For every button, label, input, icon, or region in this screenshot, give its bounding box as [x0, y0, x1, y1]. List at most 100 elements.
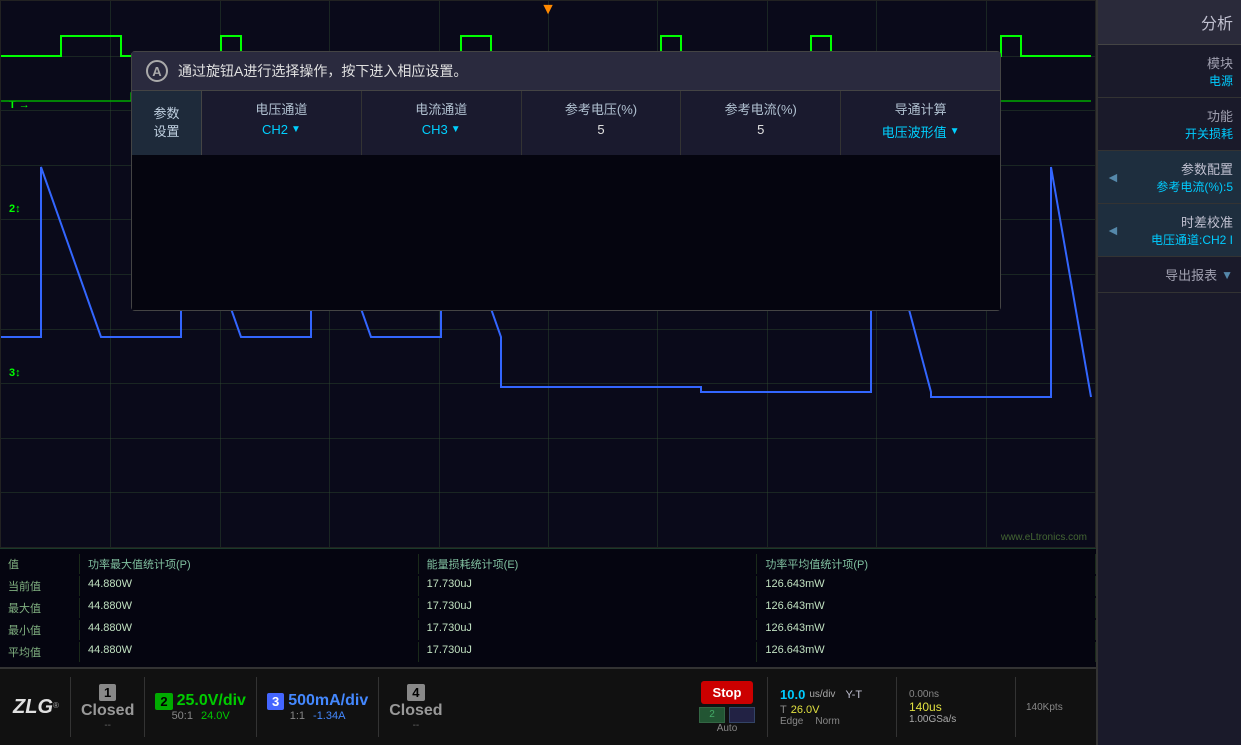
offset-sub-label: 0.00ns — [909, 689, 939, 700]
rp-item-timecal[interactable]: ◄ 时差校准 电压通道:CH2 I — [1098, 204, 1241, 257]
param-col-conduction-header: 导通计算 — [895, 99, 947, 118]
ch2-number: 2 — [155, 693, 172, 710]
stats-row-max: 最大值 44.880W 17.730uJ 126.643mW — [0, 597, 1096, 619]
stats-col-label: 值 — [0, 554, 80, 574]
stats-label-max: 最大值 — [0, 598, 80, 618]
stats-col-power-avg-header: 功率平均值统计项(P) — [757, 554, 1096, 574]
param-col-current-value: CH3 ▼ — [422, 122, 461, 137]
stats-current-power-avg: 126.643mW — [757, 576, 1096, 596]
ch4-status: Closed — [389, 702, 442, 720]
stats-header-row: 值 功率最大值统计项(P) 能量损耗统计项(E) 功率平均值统计项(P) — [0, 553, 1096, 575]
param-col-ref-current-value: 5 — [757, 122, 764, 137]
ch4-number: 4 — [407, 684, 424, 701]
stats-max-power-avg: 126.643mW — [757, 598, 1096, 618]
ch2-indicator-bar: 2 — [699, 707, 725, 723]
watermark: www.eLtronics.com — [1001, 532, 1087, 543]
ch4-sub: -- — [413, 720, 420, 731]
status-bar: ZLG® 1 Closed -- 2 25.0V/div 50:1 24.0V — [0, 667, 1096, 745]
right-panel-bottom — [1098, 293, 1241, 745]
stats-row-min: 最小值 44.880W 17.730uJ 126.643mW — [0, 619, 1096, 641]
stats-avg-energy: 17.730uJ — [419, 642, 758, 662]
yt-label: Y-T — [845, 689, 862, 701]
stats-label-avg: 平均值 — [0, 642, 80, 662]
trig-info: 0.00ns 140us 1.00GSa/s — [901, 689, 1011, 725]
rp-item-module[interactable]: 模块 电源 — [1098, 45, 1241, 98]
rp-item-export[interactable]: 导出报表 ▼ — [1098, 257, 1241, 293]
sample-block: 140Kpts — [1020, 702, 1090, 713]
dialog-overlay: A 通过旋钮A进行选择操作，按下进入相应设置。 参数 设置 电压通道 CH2 — [131, 51, 1001, 311]
ch3-marker: 3↕ — [9, 367, 21, 379]
rp-timecal-label: 时差校准 — [1181, 212, 1233, 231]
offset-label: T — [780, 704, 787, 716]
dialog-content-area — [132, 155, 1000, 310]
stats-current-power-max: 44.880W — [80, 576, 419, 596]
stop-button[interactable]: Stop — [701, 681, 754, 704]
ch3-offset: -1.34A — [313, 710, 345, 722]
param-col-conduction[interactable]: 导通计算 电压波形值 ▼ — [841, 91, 1000, 155]
trigger-indicator: ▼ — [540, 1, 556, 19]
dialog-header: A 通过旋钮A进行选择操作，按下进入相应设置。 — [132, 52, 1000, 91]
sample-points-label: 140Kpts — [1026, 702, 1084, 713]
time-area: 10.0 us/div Y-T T 26.0V Edge Norm — [772, 687, 892, 727]
divider-1 — [70, 677, 71, 737]
ch2-bar2 — [729, 707, 755, 723]
sample-rate: 1.00GSa/s — [909, 714, 956, 725]
rp-item-params[interactable]: ◄ 参数配置 参考电流(%):5 — [1098, 151, 1241, 204]
param-cols: 电压通道 CH2 ▼ 电流通道 CH3 — [202, 91, 1000, 155]
param-col-voltage-header: 电压通道 — [255, 99, 307, 118]
ch1-status: Closed — [81, 702, 134, 720]
dialog-title: 通过旋钮A进行选择操作，按下进入相应设置。 — [178, 61, 467, 81]
ch2-scale-block: 2 25.0V/div 50:1 24.0V — [149, 692, 252, 722]
param-col-ref-current[interactable]: 参考电流(%) 5 — [681, 91, 841, 155]
stats-row-avg: 平均值 44.880W 17.730uJ 126.643mW — [0, 641, 1096, 663]
ch3-scale-block: 3 500mA/div 1:1 -1.34A — [261, 692, 374, 722]
rp-params-value: 参考电流(%):5 — [1156, 178, 1233, 195]
param-label: 参数 设置 — [132, 91, 202, 155]
waveform-display: ▼ T → 2↕ 3↕ A — [0, 0, 1096, 548]
time-div-unit: us/div — [809, 689, 835, 700]
dialog-icon: A — [146, 60, 168, 82]
ch2-ratio: 50:1 — [172, 710, 193, 722]
stats-label-current: 当前值 — [0, 576, 80, 596]
ch1-block: 1 Closed -- — [75, 684, 140, 731]
param-col-ref-voltage-value: 5 — [597, 122, 604, 137]
param-col-ref-voltage-header: 参考电压(%) — [565, 99, 637, 118]
rp-export-arrow: ▼ — [1221, 268, 1233, 282]
param-col-ref-current-header: 参考电流(%) — [725, 99, 797, 118]
divider-3 — [256, 677, 257, 737]
divider-2 — [144, 677, 145, 737]
param-col-voltage-value: CH2 ▼ — [262, 122, 301, 137]
stats-col-energy-header: 能量损耗统计项(E) — [419, 554, 758, 574]
divider-7 — [1015, 677, 1016, 737]
trigger-mode: Auto — [717, 723, 738, 734]
divider-5 — [767, 677, 768, 737]
stats-min-power-max: 44.880W — [80, 620, 419, 640]
stop-btn-area: Stop 2 Auto — [691, 681, 763, 734]
stats-avg-power-avg: 126.643mW — [757, 642, 1096, 662]
stats-min-energy: 17.730uJ — [419, 620, 758, 640]
param-col-current-header: 电流通道 — [415, 99, 467, 118]
scope-area: ▼ T → 2↕ 3↕ A — [0, 0, 1096, 745]
edge-label: Edge — [780, 716, 803, 727]
param-col-voltage[interactable]: 电压通道 CH2 ▼ — [202, 91, 362, 155]
param-col-ref-voltage[interactable]: 参考电压(%) 5 — [522, 91, 682, 155]
ch3-ratio: 1:1 — [290, 710, 305, 722]
rp-export-label: 导出报表 — [1165, 265, 1217, 284]
stats-avg-power-max: 44.880W — [80, 642, 419, 662]
ch-t-marker: T → — [9, 99, 30, 111]
rp-function-label: 功能 — [1207, 106, 1233, 125]
param-table: 参数 设置 电压通道 CH2 ▼ — [132, 91, 1000, 155]
mem-depth: 140us — [909, 700, 942, 714]
divider-6 — [896, 677, 897, 737]
stats-table: 值 功率最大值统计项(P) 能量损耗统计项(E) 功率平均值统计项(P) 当前值… — [0, 548, 1096, 667]
rp-item-function[interactable]: 功能 开关损耗 — [1098, 98, 1241, 151]
stats-current-energy: 17.730uJ — [419, 576, 758, 596]
param-col-current[interactable]: 电流通道 CH3 ▼ — [362, 91, 522, 155]
param-col-conduction-value: 电压波形值 ▼ — [882, 122, 960, 141]
rp-function-value: 开关损耗 — [1185, 125, 1233, 142]
rp-module-label: 模块 — [1207, 53, 1233, 72]
stats-row-current: 当前值 44.880W 17.730uJ 126.643mW — [0, 575, 1096, 597]
trig-level-value: 26.0V — [791, 704, 820, 716]
logo: ZLG® — [13, 696, 59, 719]
ch1-sub: -- — [104, 720, 111, 731]
